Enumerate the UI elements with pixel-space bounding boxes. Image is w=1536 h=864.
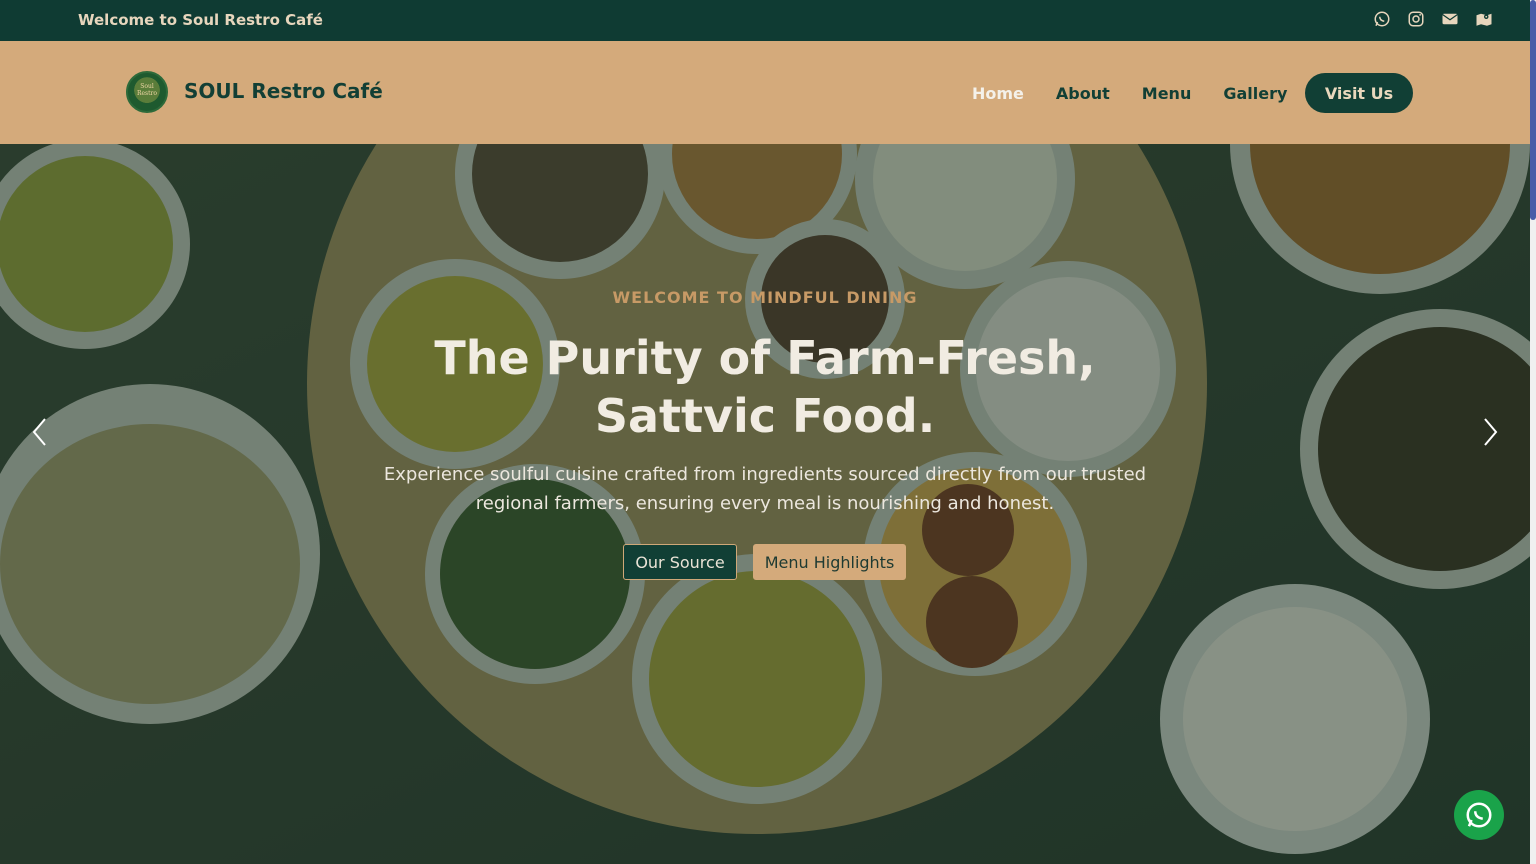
nav-home[interactable]: Home [972,84,1024,103]
headline-line-1: The Purity of Farm-Fresh, [434,331,1096,385]
carousel-prev-arrow[interactable] [28,416,52,448]
hero-subtext: Experience soulful cuisine crafted from … [383,464,1147,514]
page-scrollbar[interactable] [1530,0,1536,864]
hero-carousel: WELCOME TO MINDFUL DINING The Purity of … [0,144,1530,864]
nav-about[interactable]: About [1056,84,1110,103]
whatsapp-float-button[interactable] [1454,790,1504,840]
top-bar: Welcome to Soul Restro Café [0,0,1536,41]
headline-line-2: Sattvic Food. [594,389,936,443]
social-icons [1372,9,1494,29]
brand-name[interactable]: SOUL Restro Café [184,79,383,103]
nav-menu[interactable]: Menu [1142,84,1192,103]
visit-us-button[interactable]: Visit Us [1305,73,1413,113]
nav-links: Home About Menu Gallery [972,84,1319,103]
carousel-next-arrow[interactable] [1478,416,1502,448]
instagram-icon[interactable] [1406,9,1426,29]
welcome-text: Welcome to Soul Restro Café [78,11,323,29]
hero-kicker: WELCOME TO MINDFUL DINING [612,288,918,307]
navbar: Soul Restro SOUL Restro Café Home About … [0,41,1530,144]
hero-headline: The Purity of Farm-Fresh, Sattvic Food. [0,329,1530,445]
logo[interactable]: Soul Restro [126,71,168,113]
envelope-icon[interactable] [1440,9,1460,29]
whatsapp-icon[interactable] [1372,9,1392,29]
logo-text: Soul Restro [136,83,158,97]
map-icon[interactable] [1474,9,1494,29]
scrollbar-thumb[interactable] [1530,0,1536,220]
menu-highlights-button[interactable]: Menu Highlights [753,544,906,580]
whatsapp-icon [1466,802,1492,828]
our-source-button[interactable]: Our Source [623,544,737,580]
chevron-left-icon [32,418,46,446]
chevron-right-icon [1484,418,1498,446]
nav-gallery[interactable]: Gallery [1223,84,1287,103]
